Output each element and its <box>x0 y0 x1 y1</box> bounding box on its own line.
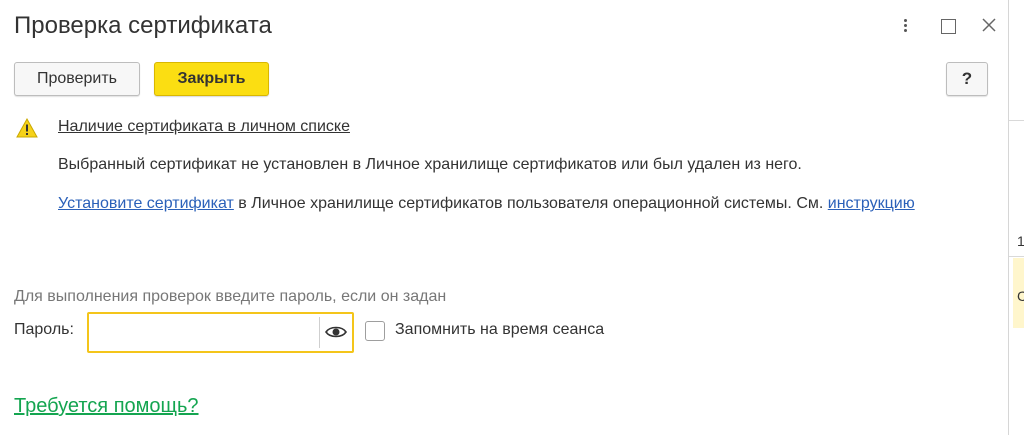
check-button[interactable]: Проверить <box>14 62 140 96</box>
password-field <box>87 312 354 353</box>
remember-label: Запомнить на время сеанса <box>395 321 605 338</box>
background-text: 17 <box>1017 233 1024 249</box>
password-input[interactable] <box>91 316 321 351</box>
install-certificate-link[interactable]: Установите сертификат <box>58 195 234 212</box>
background-divider <box>1009 256 1024 257</box>
instruction-link[interactable]: инструкцию <box>828 195 915 212</box>
maximize-icon[interactable] <box>937 14 961 38</box>
certificate-check-dialog: Проверка сертификата Проверить Закрыть ?… <box>0 0 1008 435</box>
install-text: в Личное хранилище сертификатов пользова… <box>233 195 828 212</box>
more-actions-icon[interactable] <box>893 14 917 38</box>
remember-checkbox[interactable] <box>365 321 385 341</box>
dialog-title: Проверка сертификата <box>14 12 272 39</box>
field-divider <box>319 317 320 348</box>
background-text: C <box>1017 288 1024 304</box>
background-divider <box>1009 120 1024 121</box>
eye-icon[interactable] <box>325 323 347 341</box>
close-icon[interactable] <box>978 14 1002 38</box>
warning-icon <box>16 118 38 138</box>
password-label: Пароль: <box>14 321 74 338</box>
result-message: Выбранный сертификат не установлен в Лич… <box>58 156 802 173</box>
background-window: 17 C <box>1008 0 1024 435</box>
password-hint: Для выполнения проверок введите пароль, … <box>14 288 447 305</box>
help-button[interactable]: ? <box>946 62 988 96</box>
check-name-link[interactable]: Наличие сертификата в личном списке <box>58 118 350 136</box>
need-help-link[interactable]: Требуется помощь? <box>14 395 199 418</box>
close-button[interactable]: Закрыть <box>154 62 269 96</box>
install-instructions: Установите сертификат в Личное хранилище… <box>58 193 978 215</box>
